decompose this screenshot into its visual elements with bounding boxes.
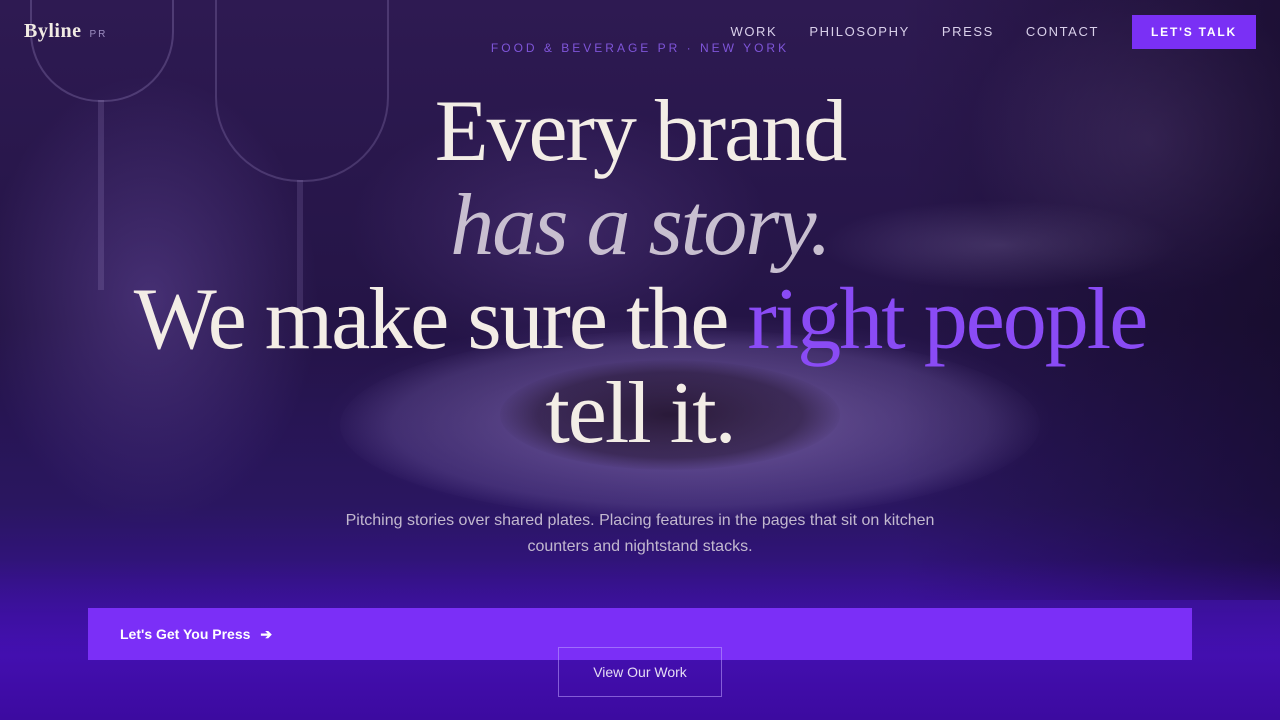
headline-line-1: Every brand	[434, 83, 847, 180]
eyebrow-text: FOOD & BEVERAGE PR · NEW YORK	[490, 41, 790, 55]
nav-item-press[interactable]: PRESS	[942, 24, 994, 39]
main-nav: WORK PHILOSOPHY PRESS CONTACT	[730, 24, 1099, 39]
logo-name: Byline	[24, 20, 82, 42]
headline-line-3: We make sure the right people	[0, 273, 1280, 367]
headline-line-3-prefix: We make sure the	[133, 271, 748, 368]
hero-section: Byline PR WORK PHILOSOPHY PRESS CONTACT …	[0, 0, 1280, 720]
get-press-label: Let's Get You Press	[120, 626, 251, 642]
nav-item-work[interactable]: WORK	[730, 24, 777, 39]
view-our-work-button[interactable]: View Our Work	[558, 647, 722, 697]
logo-suffix: PR	[89, 29, 108, 40]
headline-line-4: tell it.	[545, 365, 736, 462]
nav-item-philosophy[interactable]: PHILOSOPHY	[809, 24, 910, 39]
logo[interactable]: Byline PR	[24, 20, 107, 43]
hero-headline: Every brand has a story. We make sure th…	[0, 85, 1280, 461]
headline-accent: right people	[747, 271, 1148, 368]
arrow-right-icon: ➔	[260, 625, 273, 642]
headline-line-2: has a story.	[450, 177, 831, 274]
nav-item-contact[interactable]: CONTACT	[1026, 24, 1099, 39]
hero-lede: Pitching stories over shared plates. Pla…	[345, 512, 935, 555]
